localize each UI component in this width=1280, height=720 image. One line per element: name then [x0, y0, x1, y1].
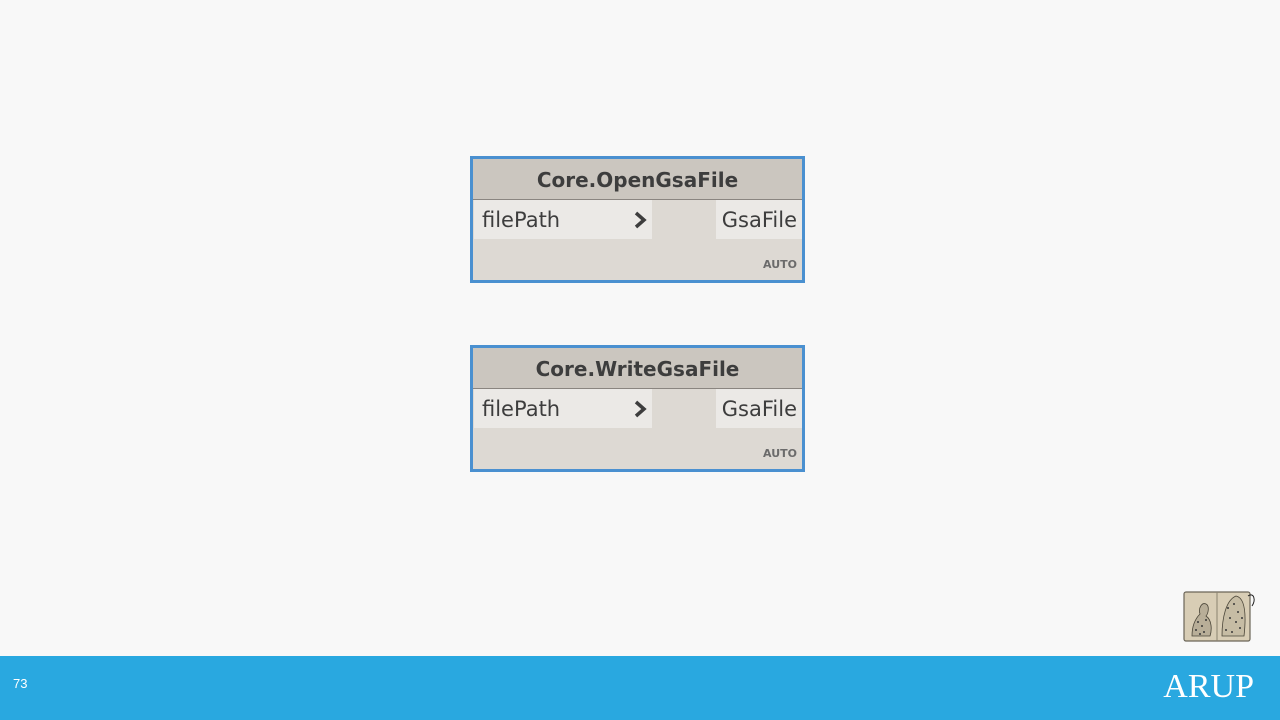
input-port-label: filePath	[482, 397, 561, 421]
node-title[interactable]: Core.OpenGsaFile	[473, 159, 802, 200]
output-port-gsafile[interactable]: GsaFile	[716, 389, 802, 428]
page-number: 73	[13, 676, 28, 691]
output-port-gsafile[interactable]: GsaFile	[716, 200, 802, 239]
footer-bar: 73 ARUP	[0, 656, 1280, 720]
sketchbook-icon	[1183, 591, 1255, 642]
lacing-label[interactable]: AUTO	[763, 447, 797, 460]
node-port-row: filePath GsaFile	[473, 200, 802, 241]
lacing-label[interactable]: AUTO	[763, 258, 797, 271]
arup-logo: ARUP	[1163, 668, 1254, 705]
input-port-filepath[interactable]: filePath	[474, 200, 652, 239]
input-port-filepath[interactable]: filePath	[474, 389, 652, 428]
node-title[interactable]: Core.WriteGsaFile	[473, 348, 802, 389]
input-port-label: filePath	[482, 208, 561, 232]
node-write-gsa-file[interactable]: Core.WriteGsaFile filePath GsaFile AUTO	[470, 345, 805, 472]
chevron-right-icon	[634, 211, 647, 229]
node-open-gsa-file[interactable]: Core.OpenGsaFile filePath GsaFile AUTO	[470, 156, 805, 283]
chevron-right-icon	[634, 400, 647, 418]
node-port-row: filePath GsaFile	[473, 389, 802, 430]
